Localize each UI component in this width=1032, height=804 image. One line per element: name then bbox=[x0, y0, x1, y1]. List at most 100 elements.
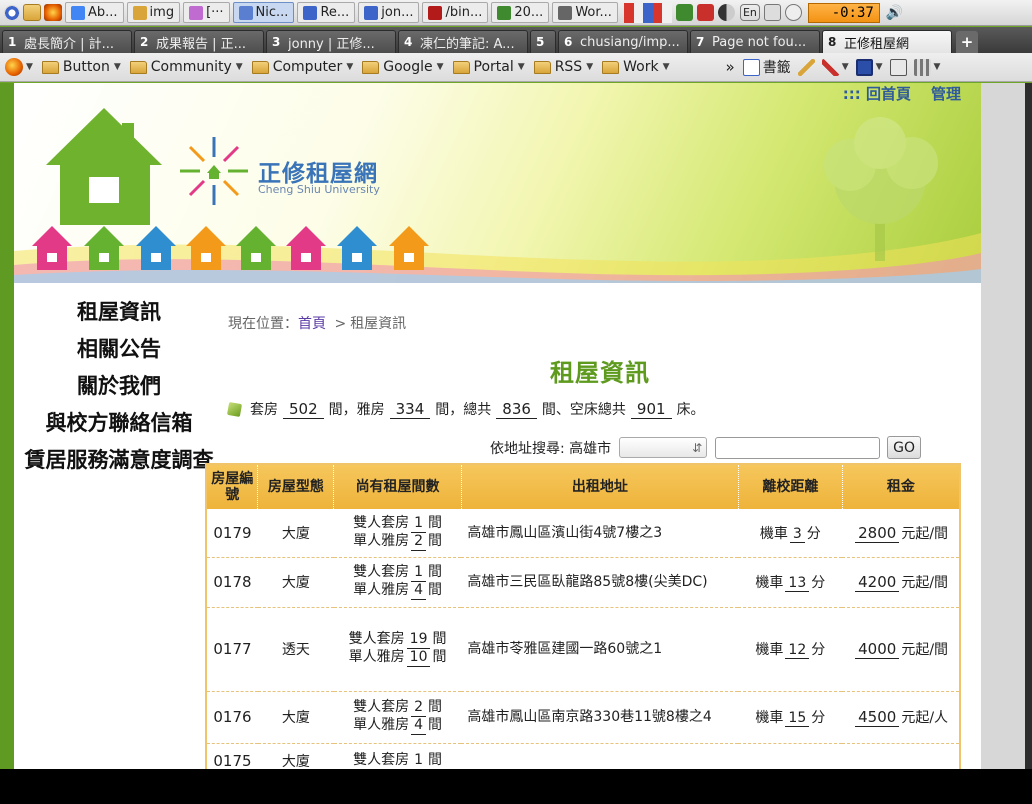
bookmark-folder-work[interactable]: Work ▼ bbox=[602, 59, 670, 75]
bookmark-folder-google[interactable]: Google ▼ bbox=[362, 59, 444, 75]
tab-3[interactable]: 3 jonny | 正修... bbox=[266, 30, 396, 53]
tray-app-2-icon[interactable] bbox=[696, 4, 714, 21]
tab-number: 3 bbox=[272, 35, 281, 49]
house-id-link[interactable]: 0178 bbox=[206, 557, 258, 608]
taskbar-window-button[interactable]: 20... bbox=[491, 2, 550, 23]
suite-line: 雙人套房 1 間 bbox=[337, 515, 459, 533]
breadcrumb: 現在位置：首頁 > 租屋資訊 bbox=[228, 313, 406, 333]
home-link[interactable]: ::: 回首頁 bbox=[843, 83, 911, 104]
header-distance: 離校距離 bbox=[738, 464, 843, 509]
scrollbar[interactable] bbox=[1025, 83, 1032, 769]
nav-contact-school[interactable]: 與校方聯絡信箱 bbox=[24, 409, 214, 437]
bookmarks-overflow-button[interactable]: » bbox=[726, 58, 735, 76]
bookmark-folder-rss[interactable]: RSS ▼ bbox=[533, 59, 593, 75]
table-row: 0178 大廈 雙人套房 1 間單人雅房 4 間高雄市三民區臥龍路85號8樓(尖美DC) 機車… bbox=[206, 557, 960, 608]
room-available: 4 bbox=[411, 717, 427, 735]
tab-title: 處長簡介 | 計... bbox=[24, 36, 115, 52]
taskbar-window-button[interactable]: /bin... bbox=[422, 2, 489, 23]
total-count: 836 bbox=[496, 400, 537, 419]
volume-icon[interactable]: 🔊 bbox=[886, 5, 903, 21]
house-id-link[interactable]: 0177 bbox=[206, 607, 258, 692]
house-id-link[interactable]: 0175 bbox=[206, 743, 258, 769]
bookmark-folder-community[interactable]: Community ▼ bbox=[129, 59, 243, 75]
taskbar-window-button[interactable]: Nic... bbox=[232, 2, 295, 23]
people-logo-icon bbox=[180, 137, 248, 205]
top-links: ::: 回首頁 管理 bbox=[843, 83, 961, 104]
page-icon[interactable] bbox=[889, 58, 907, 76]
nav-satisfaction-survey[interactable]: 賃居服務滿意度調查 bbox=[24, 446, 214, 474]
breadcrumb-current: 租屋資訊 bbox=[350, 316, 407, 332]
nav-rental-info[interactable]: 租屋資訊 bbox=[24, 298, 214, 326]
new-tab-button[interactable]: + bbox=[956, 31, 978, 53]
nav-announcements[interactable]: 相關公告 bbox=[24, 335, 214, 363]
tab-5[interactable]: 5 bbox=[530, 30, 556, 53]
clock[interactable]: -0:37 bbox=[807, 2, 880, 23]
tab-1[interactable]: 1 處長簡介 | 計... bbox=[2, 30, 132, 53]
chevron-down-icon[interactable]: ▼ bbox=[26, 62, 33, 72]
rental-address-link[interactable] bbox=[461, 743, 739, 769]
rental-address-link[interactable]: 高雄市三民區臥龍路85號8樓(尖美DC) bbox=[461, 557, 739, 608]
chevron-down-icon[interactable]: ▼ bbox=[842, 62, 849, 72]
taskbar-window-button[interactable]: Re... bbox=[297, 2, 356, 23]
taskbar-window-button[interactable]: Ab... bbox=[65, 2, 124, 23]
bookmarks-menu-label[interactable]: 書籤 bbox=[763, 57, 791, 77]
system-menu-icon[interactable] bbox=[4, 4, 20, 21]
breadcrumb-separator: > bbox=[334, 316, 347, 332]
distance-unit: 分 bbox=[811, 575, 826, 591]
rental-listing-table: 房屋編號 房屋型態 尚有租屋間數 出租地址 離校距離 租金 0179 大廈 雙人套房… bbox=[205, 463, 961, 769]
admin-link[interactable]: 管理 bbox=[931, 83, 961, 104]
taskbar-window-button[interactable]: Wor... bbox=[552, 2, 618, 23]
breadcrumb-home-link[interactable]: 首頁 bbox=[298, 316, 326, 332]
tab-4[interactable]: 4 凍仁的筆記: A... bbox=[398, 30, 528, 53]
wrench-icon[interactable] bbox=[797, 58, 815, 76]
grid-icon[interactable] bbox=[913, 58, 931, 76]
chevron-down-icon[interactable]: ▼ bbox=[876, 62, 883, 72]
bookmark-folder-label: Button bbox=[62, 59, 110, 75]
tray-app-5-icon[interactable] bbox=[784, 4, 802, 21]
chevron-down-icon[interactable]: ▼ bbox=[934, 62, 941, 72]
folder-icon bbox=[41, 60, 59, 74]
tab-2[interactable]: 2 成果報告 | 正... bbox=[134, 30, 264, 53]
nav-about-us[interactable]: 關於我們 bbox=[24, 372, 214, 400]
rental-address-link[interactable]: 高雄市鳳山區南京路330巷11號8樓之4 bbox=[461, 691, 739, 744]
chevron-down-icon: ▼ bbox=[113, 62, 121, 72]
bookmark-folder-label: Google bbox=[383, 59, 433, 75]
language-indicator[interactable]: En bbox=[739, 4, 760, 21]
address-search-input[interactable] bbox=[715, 436, 881, 459]
taskbar-window-button[interactable]: jon... bbox=[358, 2, 420, 23]
house-id-link[interactable]: 0179 bbox=[206, 509, 258, 558]
save-icon[interactable] bbox=[855, 58, 873, 76]
bookmark-folder-portal[interactable]: Portal ▼ bbox=[452, 59, 525, 75]
table-header-row: 房屋編號 房屋型態 尚有租屋間數 出租地址 離校距離 租金 bbox=[206, 464, 961, 509]
taskbar-window-button[interactable]: [··· bbox=[183, 2, 230, 23]
browser-launcher-icon[interactable] bbox=[44, 4, 62, 21]
edit-icon[interactable] bbox=[821, 58, 839, 76]
go-button[interactable]: GO bbox=[887, 436, 922, 459]
rental-address-link[interactable]: 高雄市苓雅區建國一路60號之1 bbox=[461, 607, 739, 692]
tab-8[interactable]: 8 正修租屋網 bbox=[822, 30, 952, 53]
district-select[interactable]: ⇵ bbox=[619, 437, 708, 458]
taskbar-window-button[interactable]: img bbox=[126, 2, 181, 23]
tab-title: 凍仁的筆記: A... bbox=[420, 36, 515, 52]
tray-app-3-icon[interactable] bbox=[717, 4, 735, 21]
site-logo-subtitle: Cheng Shiu University bbox=[258, 183, 380, 196]
rental-address-link[interactable]: 高雄市鳳山區濱山街4號7樓之3 bbox=[461, 509, 739, 558]
house-id-link[interactable]: 0176 bbox=[206, 691, 258, 744]
tray-app-icon[interactable] bbox=[675, 4, 693, 21]
available-rooms: 雙人套房 1 間 bbox=[333, 743, 462, 769]
distance bbox=[738, 743, 843, 769]
tab-7[interactable]: 7 Page not fou... bbox=[690, 30, 820, 53]
tab-6[interactable]: 6 chusiang/imp... bbox=[558, 30, 688, 53]
table-row: 0176 大廈 雙人套房 2 間單人雅房 4 間高雄市鳳山區南京路330巷11號8樓之4 機車… bbox=[206, 691, 960, 744]
tray-app-4-icon[interactable] bbox=[763, 4, 781, 21]
folder-launcher-icon[interactable] bbox=[23, 4, 41, 21]
bookmarks-icon[interactable] bbox=[742, 58, 760, 76]
terminal-icon bbox=[428, 5, 443, 20]
app-icon bbox=[303, 5, 318, 20]
suite-label: 雙人套房 bbox=[353, 751, 410, 768]
header-address: 出租地址 bbox=[461, 464, 739, 509]
firefox-menu-icon[interactable] bbox=[5, 58, 23, 76]
bookmark-folder-button[interactable]: Button ▼ bbox=[41, 59, 121, 75]
chrome-icon bbox=[71, 5, 85, 20]
bookmark-folder-computer[interactable]: Computer ▼ bbox=[251, 59, 353, 75]
